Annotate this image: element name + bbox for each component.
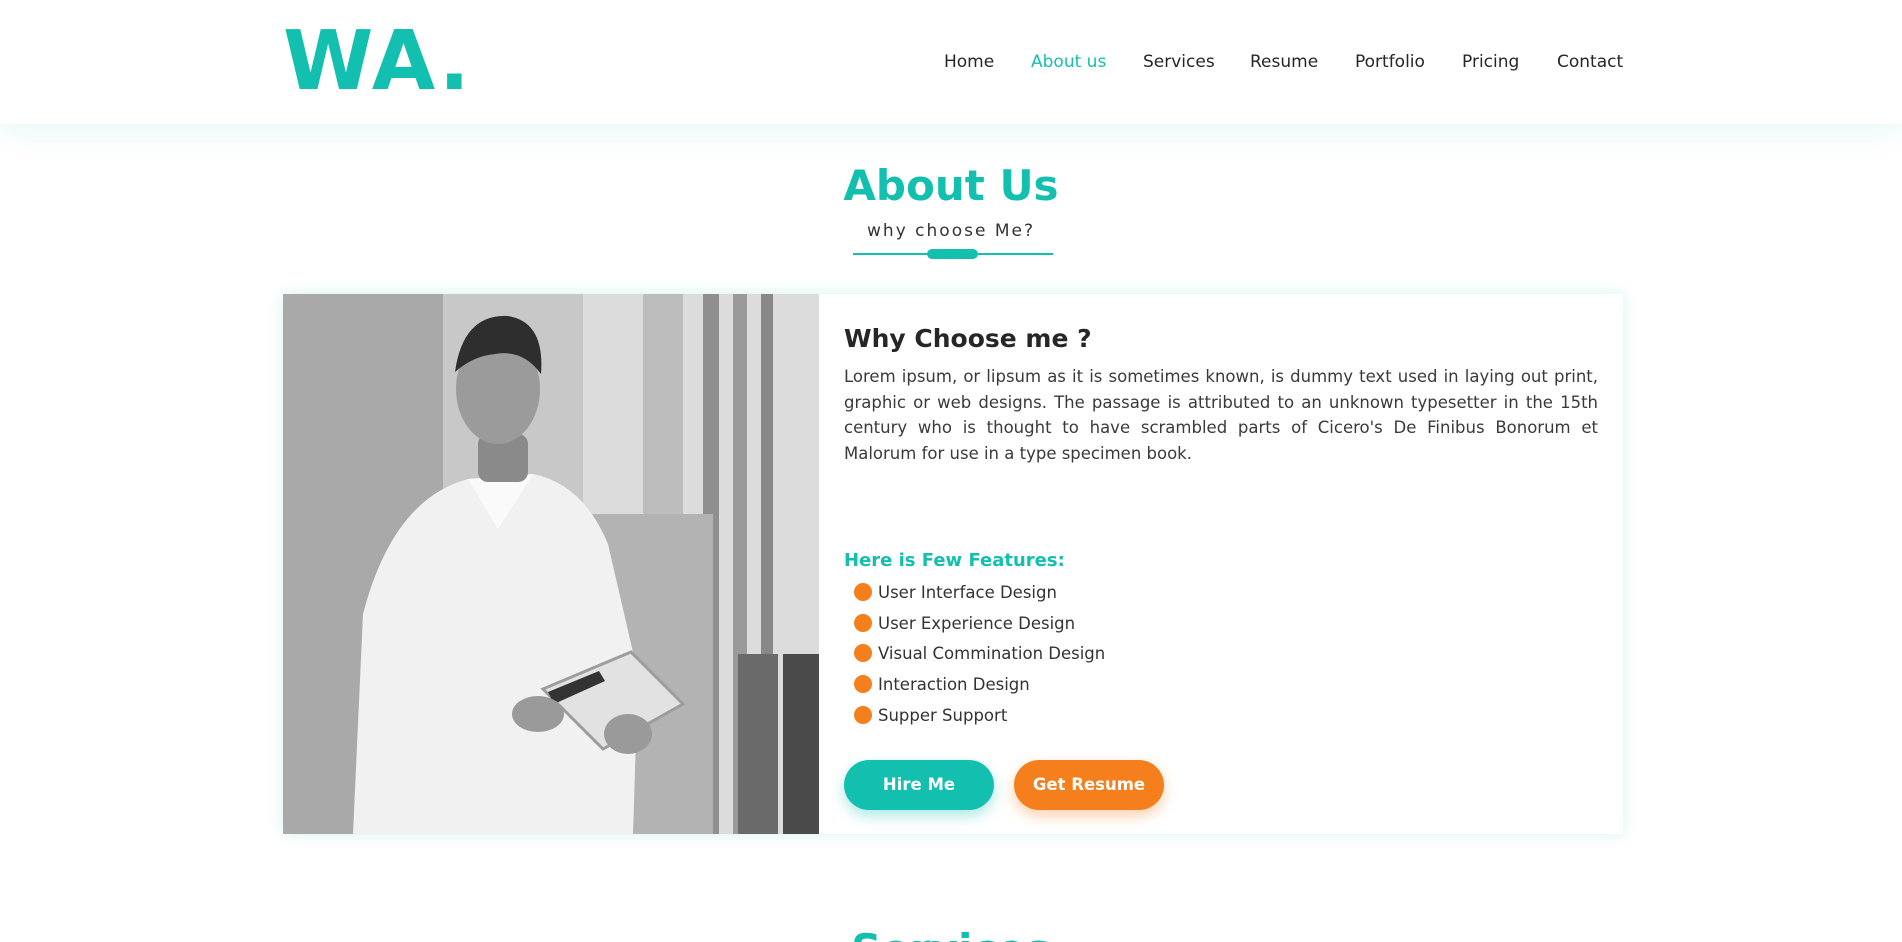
person-photo-icon [283,294,819,834]
feature-item: Supper Support [854,704,1007,728]
feature-label: Interaction Design [878,675,1030,694]
feature-item: User Interface Design [854,581,1057,605]
feature-label: Supper Support [878,706,1008,725]
profile-photo [283,294,819,834]
feature-label: User Experience Design [878,614,1076,633]
bullet-dot-icon [854,644,872,662]
nav-home[interactable]: Home [944,50,994,74]
feature-label: User Interface Design [878,583,1057,602]
feature-item: Visual Commination Design [854,642,1105,666]
feature-item: Interaction Design [854,673,1030,697]
section-subtitle: why choose Me? [867,221,1035,241]
bullet-dot-icon [854,706,872,724]
features-heading: Here is Few Features: [844,550,1065,571]
bullet-dot-icon [854,583,872,601]
nav-about-us[interactable]: About us [1031,50,1106,74]
get-resume-button[interactable]: Get Resume [1014,760,1164,810]
nav-portfolio[interactable]: Portfolio [1355,50,1425,74]
nav-contact[interactable]: Contact [1557,50,1623,74]
bullet-dot-icon [854,614,872,632]
title-divider-accent [927,249,978,259]
about-paragraph: Lorem ipsum, or lipsum as it is sometime… [844,367,1598,464]
nav-pricing[interactable]: Pricing [1462,50,1519,74]
services-section-title: Services [0,924,1902,942]
bullet-dot-icon [854,675,872,693]
site-header: WA. Home About us Services Resume Portfo… [0,0,1902,124]
why-heading: Why Choose me ? [844,324,1092,353]
nav-services[interactable]: Services [1143,50,1215,74]
feature-label: Visual Commination Design [878,644,1106,663]
hire-me-button[interactable]: Hire Me [844,760,994,810]
about-card: Why Choose me ? Lorem ipsum, or lipsum a… [283,294,1623,834]
nav-resume[interactable]: Resume [1250,50,1318,74]
section-title: About Us [843,161,1059,210]
feature-item: User Experience Design [854,612,1075,636]
site-logo[interactable]: WA. [283,20,472,104]
